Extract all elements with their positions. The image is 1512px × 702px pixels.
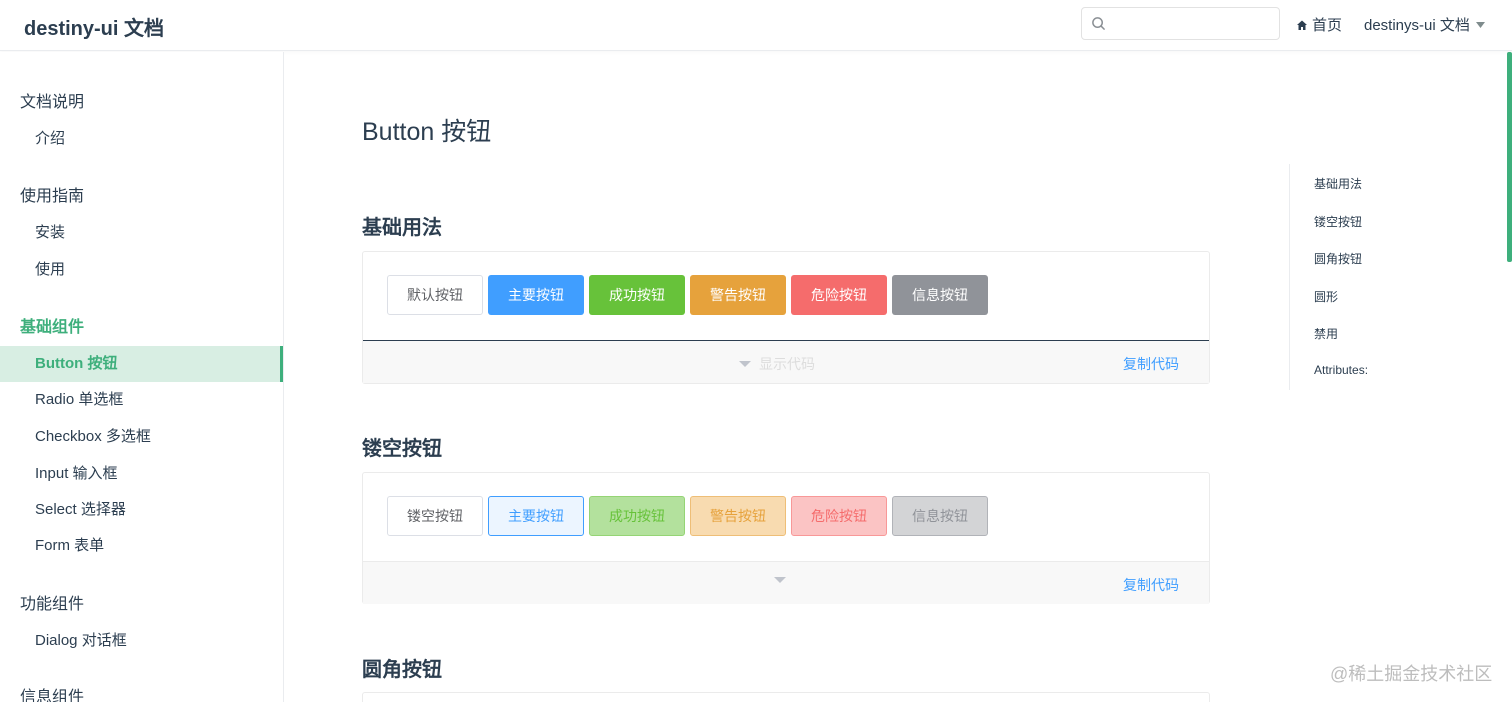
show-code-toggle-plain[interactable] bbox=[774, 577, 786, 583]
plain-warning-button[interactable]: 警告按钮 bbox=[690, 496, 786, 536]
copy-code-button-plain[interactable]: 复制代码 bbox=[1123, 575, 1179, 595]
sidebar-item-input[interactable]: Input 输入框 bbox=[0, 456, 283, 492]
sidebar-item-radio[interactable]: Radio 单选框 bbox=[0, 382, 283, 418]
top-navbar: destiny-ui 文档 首页 destinys-ui 文档 bbox=[0, 0, 1512, 51]
sidebar-item-checkbox[interactable]: Checkbox 多选框 bbox=[0, 419, 283, 455]
sidebar-item-usage[interactable]: 使用 bbox=[0, 252, 283, 288]
copy-code-button[interactable]: 复制代码 bbox=[1123, 354, 1179, 374]
plain-danger-button[interactable]: 危险按钮 bbox=[791, 496, 887, 536]
table-of-contents: 基础用法 镂空按钮 圆角按钮 圆形 禁用 Attributes: bbox=[1289, 164, 1489, 390]
scrollbar-thumb[interactable] bbox=[1507, 52, 1512, 262]
plain-success-button[interactable]: 成功按钮 bbox=[589, 496, 685, 536]
demo-footer-plain[interactable]: 复制代码 bbox=[363, 561, 1209, 604]
sidebar-item-dialog[interactable]: Dialog 对话框 bbox=[0, 623, 283, 659]
nav-docs-dropdown[interactable]: destinys-ui 文档 bbox=[1364, 14, 1485, 35]
sidebar: 文档说明 介绍 使用指南 安装 使用 基础组件 Button 按钮 Radio … bbox=[0, 52, 284, 702]
plain-primary-button[interactable]: 主要按钮 bbox=[488, 496, 584, 536]
demo-block-basic: 默认按钮 主要按钮 成功按钮 警告按钮 危险按钮 信息按钮 显示代码 复制代码 bbox=[362, 251, 1210, 384]
toc-item-attributes[interactable]: Attributes: bbox=[1314, 363, 1368, 377]
button-row-plain: 镂空按钮 主要按钮 成功按钮 警告按钮 危险按钮 信息按钮 bbox=[387, 496, 988, 536]
sidebar-item-form[interactable]: Form 表单 bbox=[0, 528, 283, 564]
caret-down-icon bbox=[739, 361, 751, 367]
section-title-basic: 基础用法 bbox=[362, 217, 442, 239]
search-input[interactable] bbox=[1112, 13, 1272, 35]
nav-home-label: 首页 bbox=[1312, 17, 1343, 34]
plain-info-button[interactable]: 信息按钮 bbox=[892, 496, 988, 536]
default-button[interactable]: 默认按钮 bbox=[387, 275, 483, 315]
section-title-plain: 镂空按钮 bbox=[362, 438, 442, 460]
watermark: @稀土掘金技术社区 bbox=[1330, 664, 1493, 684]
primary-button[interactable]: 主要按钮 bbox=[488, 275, 584, 315]
home-icon bbox=[1297, 20, 1307, 30]
nav-home-link[interactable]: 首页 bbox=[1296, 14, 1342, 35]
search-box[interactable] bbox=[1081, 7, 1280, 40]
danger-button[interactable]: 危险按钮 bbox=[791, 275, 887, 315]
sidebar-item-intro[interactable]: 介绍 bbox=[0, 121, 283, 157]
warning-button[interactable]: 警告按钮 bbox=[690, 275, 786, 315]
caret-down-icon bbox=[1475, 21, 1485, 28]
demo-block-plain: 镂空按钮 主要按钮 成功按钮 警告按钮 危险按钮 信息按钮 复制代码 bbox=[362, 472, 1210, 604]
sidebar-group-guide[interactable]: 使用指南 bbox=[20, 182, 84, 206]
toc-item-circle[interactable]: 圆形 bbox=[1314, 288, 1338, 305]
toc-item-round[interactable]: 圆角按钮 bbox=[1314, 250, 1362, 267]
show-code-label: 显示代码 bbox=[759, 356, 815, 372]
nav-dropdown-label: destinys-ui 文档 bbox=[1364, 17, 1470, 34]
sidebar-item-install[interactable]: 安装 bbox=[0, 215, 283, 251]
sidebar-group-info[interactable]: 信息组件 bbox=[20, 683, 84, 702]
success-button[interactable]: 成功按钮 bbox=[589, 275, 685, 315]
show-code-toggle[interactable]: 显示代码 bbox=[739, 354, 815, 374]
sidebar-group-function[interactable]: 功能组件 bbox=[20, 590, 84, 614]
toc-item-basic[interactable]: 基础用法 bbox=[1314, 175, 1362, 192]
toc-item-plain[interactable]: 镂空按钮 bbox=[1314, 213, 1362, 230]
plain-default-button[interactable]: 镂空按钮 bbox=[387, 496, 483, 536]
site-brand[interactable]: destiny-ui 文档 bbox=[24, 12, 164, 41]
sidebar-item-button[interactable]: Button 按钮 bbox=[0, 346, 283, 382]
toc-item-disabled[interactable]: 禁用 bbox=[1314, 325, 1338, 342]
button-row-basic: 默认按钮 主要按钮 成功按钮 警告按钮 危险按钮 信息按钮 bbox=[387, 275, 988, 315]
section-title-round: 圆角按钮 bbox=[362, 659, 442, 681]
page-title: Button 按钮 bbox=[362, 118, 492, 146]
demo-footer-basic[interactable]: 显示代码 复制代码 bbox=[363, 340, 1209, 383]
caret-down-icon bbox=[774, 577, 786, 583]
search-icon bbox=[1092, 17, 1105, 30]
info-button[interactable]: 信息按钮 bbox=[892, 275, 988, 315]
demo-block-round bbox=[362, 692, 1210, 702]
sidebar-item-select[interactable]: Select 选择器 bbox=[0, 492, 283, 528]
sidebar-group-docs[interactable]: 文档说明 bbox=[20, 88, 84, 112]
sidebar-group-basic[interactable]: 基础组件 bbox=[20, 313, 84, 337]
